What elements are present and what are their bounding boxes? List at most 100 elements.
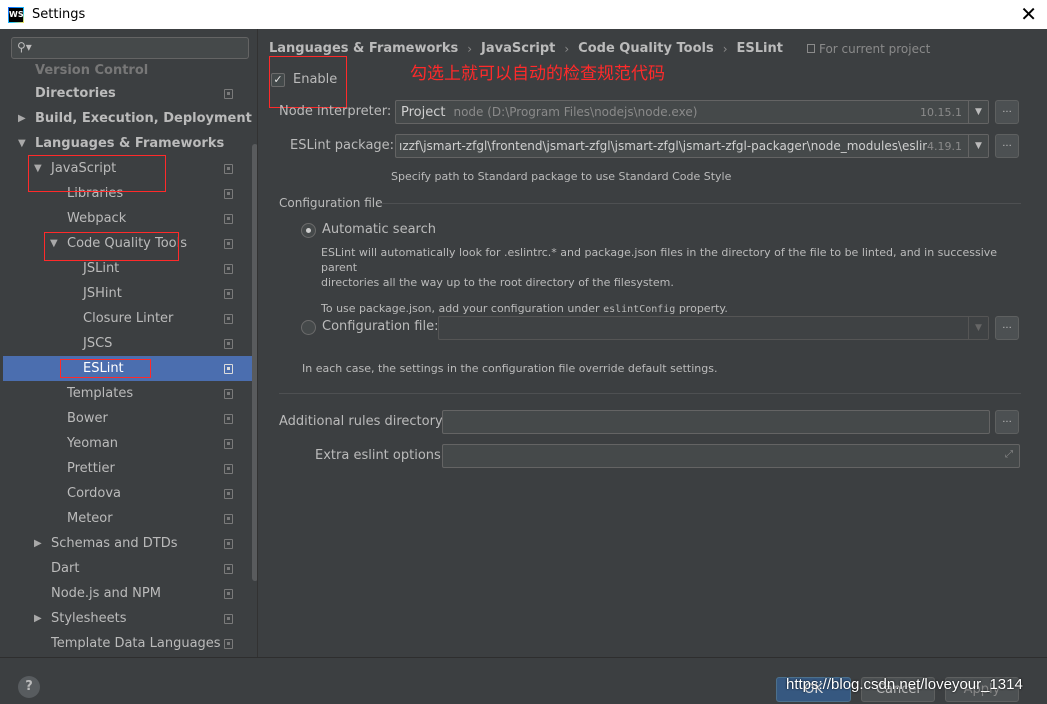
project-scope-icon [224,438,233,449]
description-text: property. [675,302,728,315]
breadcrumb-item: ESLint [736,41,783,56]
description-line: ESLint will automatically look for .esli… [321,246,998,274]
tree-item-label: JSLint [83,261,120,276]
tree-item-label: Languages & Frameworks [35,136,225,151]
tree-item-closure-linter[interactable]: Closure Linter [3,306,249,331]
tree-item-jscs[interactable]: JSCS [3,331,249,356]
tree-item-label: Meteor [67,511,113,526]
chevron-down-icon[interactable]: ▼ [968,101,988,123]
automatic-search-radio[interactable] [301,223,316,238]
rules-directory-label: Additional rules directory: [279,414,447,429]
tree-item-webpack[interactable]: Webpack [3,206,249,231]
chevron-down-icon[interactable]: ▼ [968,317,988,339]
tree-item-meteor[interactable]: Meteor [3,506,249,531]
search-input[interactable]: ⚲▾ [11,37,249,59]
tree-item-build-execution-deployment[interactable]: ▶ Build, Execution, Deployment [3,106,252,131]
tree-item-label: Version Control [35,64,149,76]
project-scope-icon [224,288,233,299]
node-interpreter-browse-button[interactable]: ... [995,100,1019,124]
project-scope-icon [806,44,815,53]
tree-item-bower[interactable]: Bower [3,406,249,431]
help-button[interactable]: ? [18,676,40,698]
project-scope-icon [224,188,233,199]
tree-item-label: Directories [35,86,116,101]
highlight-box-code-quality-tools [44,232,179,261]
breadcrumb-item: Code Quality Tools [578,41,714,56]
tree-item-label: Templates [67,386,134,401]
extra-options-label: Extra eslint options: [315,448,446,463]
tree-item-cordova[interactable]: Cordova [3,481,249,506]
scope-indicator: For current project [806,41,931,56]
tree-item-label: Build, Execution, Deployment [35,111,252,126]
node-version: 10.15.1 [920,105,962,119]
settings-sidebar: ⚲▾ Version Control Directories ▶ Build, … [3,29,258,657]
project-scope-icon [224,363,233,374]
tree-item-label: Webpack [67,211,127,226]
configuration-file-browse-button[interactable]: ... [995,316,1019,340]
tree-item-schemas-and-dtds[interactable]: ▶ Schemas and DTDs [3,531,249,556]
project-scope-icon [224,88,233,99]
rules-directory-browse-button[interactable]: ... [995,410,1019,434]
tree-item-prettier[interactable]: Prettier [3,456,249,481]
expand-arrow-icon[interactable]: ▶ [34,538,42,549]
breadcrumb-item: Languages & Frameworks [269,41,459,56]
tree-item-jshint[interactable]: JSHint [3,281,249,306]
tree-item-label: Template Data Languages [51,636,221,651]
project-scope-icon [224,313,233,324]
tree-item-template-data-languages[interactable]: Template Data Languages [3,631,249,656]
tree-item-label: Cordova [67,486,122,501]
close-icon[interactable]: ✕ [1020,3,1037,25]
tree-item-label: Node.js and NPM [51,586,161,601]
chevron-down-icon[interactable]: ▼ [968,135,988,157]
description-text: To use package.json, add your configurat… [321,302,604,315]
description-line: To use package.json, add your configurat… [321,301,1021,317]
tree-item-nodejs-and-npm[interactable]: Node.js and NPM [3,581,249,606]
window-title: Settings [32,7,86,22]
project-scope-icon [224,163,233,174]
scope-label: For current project [818,41,931,56]
configuration-file-radio[interactable] [301,320,316,335]
eslint-package-browse-button[interactable]: ... [995,134,1019,158]
tree-item-stylesheets[interactable]: ▶ Stylesheets [3,606,249,631]
collapse-arrow-icon[interactable]: ▼ [18,138,26,149]
tree-item-label: Stylesheets [51,611,127,626]
configuration-file-section-title: Configuration file [279,196,383,210]
expand-icon[interactable]: ⤢ [1005,449,1013,460]
tree-item-directories[interactable]: Directories [3,81,249,106]
eslint-package-select[interactable]: ızzf\jsmart-zfgl\frontend\jsmart-zfgl\js… [395,134,989,158]
project-scope-icon [224,538,233,549]
configuration-file-select[interactable]: ▼ [438,316,989,340]
expand-arrow-icon[interactable]: ▶ [18,113,26,124]
description-line: directories all the way up to the root d… [321,276,674,289]
tree-item-languages-frameworks[interactable]: ▼ Languages & Frameworks [3,131,249,156]
search-icon: ⚲▾ [17,40,32,54]
extra-options-input[interactable]: ⤢ [442,444,1020,468]
tree-item-label: Bower [67,411,108,426]
eslint-package-path: ızzf\jsmart-zfgl\frontend\jsmart-zfgl\js… [399,139,927,153]
sidebar-scrollbar[interactable] [252,144,257,581]
project-scope-icon [224,563,233,574]
automatic-search-label: Automatic search [322,222,436,237]
tree-item-label: Dart [51,561,80,576]
webstorm-logo-icon: WS [8,6,24,23]
expand-arrow-icon[interactable]: ▶ [34,613,42,624]
tree-item-templates[interactable]: Templates [3,381,249,406]
project-scope-icon [224,388,233,399]
project-scope-icon [224,613,233,624]
node-interpreter-label: Node interpreter: [279,104,392,119]
tree-item-label: Prettier [67,461,115,476]
project-scope-icon [224,588,233,599]
eslint-package-hint: Specify path to Standard package to use … [391,170,732,183]
config-key-code: eslintConfig [603,304,676,315]
highlight-box-eslint [60,359,151,378]
tree-item-dart[interactable]: Dart [3,556,249,581]
project-scope-icon [224,413,233,424]
tree-item-yeoman[interactable]: Yeoman [3,431,249,456]
tree-item-label: Yeoman [67,436,119,451]
project-scope-icon [224,513,233,524]
rules-directory-input[interactable] [442,410,990,434]
automatic-search-description: ESLint will automatically look for .esli… [321,245,1021,317]
node-interpreter-select[interactable]: Project node (D:\Program Files\nodejs\no… [395,100,989,124]
window-titlebar: WS Settings ✕ [0,0,1047,29]
tree-item-version-control[interactable]: Version Control [3,64,249,76]
